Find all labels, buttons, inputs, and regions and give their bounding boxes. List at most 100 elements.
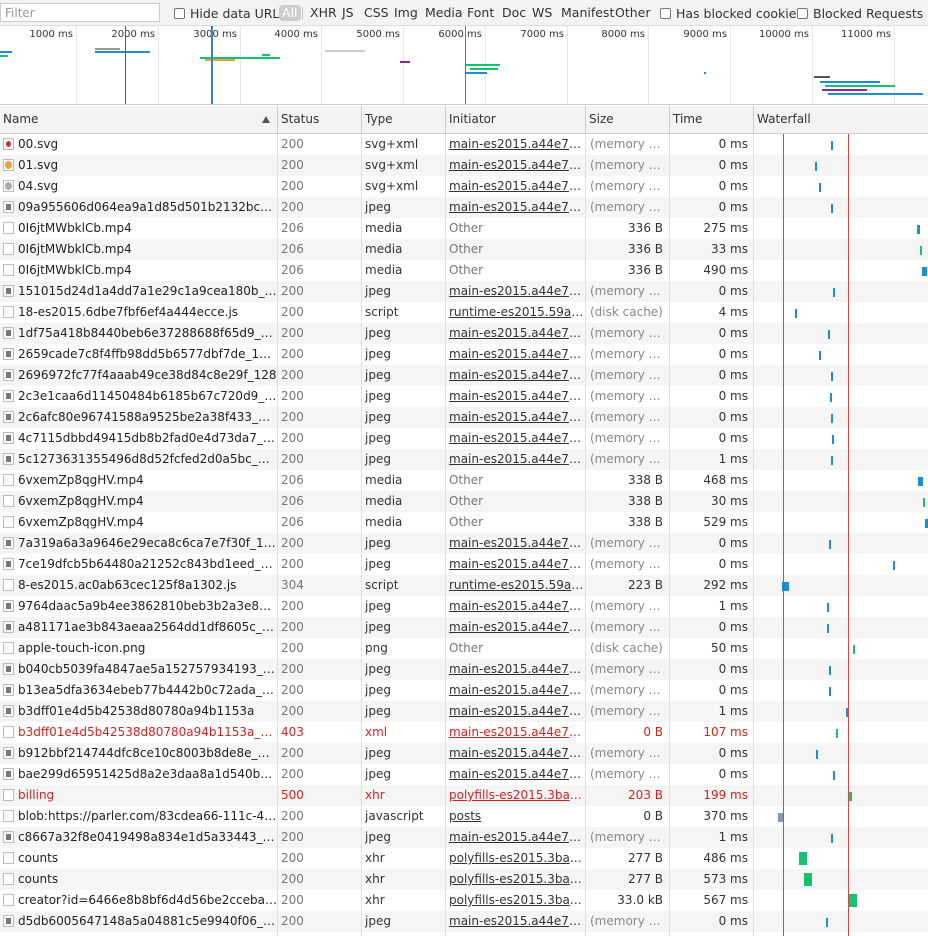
request-initiator[interactable]: polyfills-es2015.3bade... <box>446 848 585 869</box>
table-row[interactable]: b912bbf214744dfc8ce10c8003b8de8e_128 200 j… <box>0 743 928 764</box>
request-initiator[interactable]: main-es2015.a44e72b... <box>446 407 585 428</box>
table-row[interactable]: 2c6afc80e96741588a9525be2a38f433_128 200 j… <box>0 407 928 428</box>
request-initiator[interactable]: runtime-es2015.59a2d... <box>446 575 585 596</box>
table-row[interactable]: 8-es2015.ac0ab63cec125f8a1302.js 304 scrip… <box>0 575 928 596</box>
request-initiator[interactable]: main-es2015.a44e72b... <box>446 323 585 344</box>
type-filter-js[interactable]: JS <box>342 5 354 21</box>
table-row[interactable]: creator?id=6466e8b8bf6d4d56be2cceba3ef2d… <box>0 890 928 911</box>
request-initiator[interactable]: main-es2015.a44e72b... <box>446 764 585 785</box>
waterfall-bar <box>831 372 833 381</box>
column-header-waterfall[interactable]: Waterfall <box>754 106 928 133</box>
table-row[interactable]: counts 200 xhr polyfills-es2015.3bade... 277… <box>0 848 928 869</box>
table-row[interactable]: d5db6005647148a5a04881c5e9940f06_128 200 j… <box>0 911 928 932</box>
table-row[interactable]: 6vxemZp8qgHV.mp4 206 media Other 338 B 529 ms <box>0 512 928 533</box>
table-row[interactable]: b3dff01e4d5b42538d80780a94b1153a_128 403 x… <box>0 722 928 743</box>
table-row[interactable]: 151015d24d1a4dd7a1e29c1a9cea180b_128 200 j… <box>0 281 928 302</box>
table-row[interactable]: 7a319a6a3a9646e29eca8c6ca7e7f30f_128 200 j… <box>0 533 928 554</box>
column-header-status[interactable]: Status <box>278 106 361 133</box>
request-list[interactable]: 00.svg 200 svg+xml main-es2015.a44e72b... (m… <box>0 134 928 936</box>
type-filter-xhr[interactable]: XHR <box>310 5 337 21</box>
type-filter-media[interactable]: Media <box>425 5 463 21</box>
table-row[interactable]: 6vxemZp8qgHV.mp4 206 media Other 338 B 30 ms <box>0 491 928 512</box>
request-status: 500 <box>281 788 304 802</box>
request-initiator[interactable]: posts <box>446 806 585 827</box>
type-filter-all[interactable]: All <box>279 5 301 21</box>
table-row[interactable]: bae299d65951425d8a2e3daa8a1d540b_128 200 j… <box>0 764 928 785</box>
request-initiator[interactable]: polyfills-es2015.3bade... <box>446 869 585 890</box>
table-row[interactable]: b040cb5039fa4847ae5a152757934193_128 200 j… <box>0 659 928 680</box>
table-row[interactable]: 18-es2015.6dbe7fbf6ef4a444ecce.js 200 scri… <box>0 302 928 323</box>
column-header-time[interactable]: Time <box>670 106 753 133</box>
table-row[interactable]: billing 500 xhr polyfills-es2015.3bade... 20… <box>0 785 928 806</box>
table-row[interactable]: 00.svg 200 svg+xml main-es2015.a44e72b... (m… <box>0 134 928 155</box>
type-filter-manifest[interactable]: Manifest <box>561 5 614 21</box>
request-initiator[interactable]: main-es2015.a44e72b... <box>446 722 585 743</box>
table-row[interactable]: 6vxemZp8qgHV.mp4 206 media Other 338 B 468 ms <box>0 470 928 491</box>
request-initiator[interactable]: main-es2015.a44e72b... <box>446 176 585 197</box>
request-initiator[interactable]: main-es2015.a44e72b... <box>446 386 585 407</box>
request-initiator[interactable]: main-es2015.a44e72b... <box>446 911 585 932</box>
type-filter-ws[interactable]: WS <box>532 5 552 21</box>
table-row[interactable]: c8667a32f8e0419498a834e1d5a33443_128 200 j… <box>0 827 928 848</box>
table-row[interactable]: 2696972fc77f4aaab49ce38d84c8e29f_128 200 j… <box>0 365 928 386</box>
table-row[interactable]: 04.svg 200 svg+xml main-es2015.a44e72b... (m… <box>0 176 928 197</box>
has-blocked-cookies-checkbox[interactable]: Has blocked cookies <box>660 5 803 21</box>
type-filter-other[interactable]: Other <box>615 5 651 21</box>
request-initiator[interactable]: main-es2015.a44e72b... <box>446 428 585 449</box>
checkbox-box[interactable] <box>797 7 808 19</box>
column-header-type[interactable]: Type <box>362 106 445 133</box>
table-row[interactable]: counts 200 xhr polyfills-es2015.3bade... 277… <box>0 869 928 890</box>
request-initiator[interactable]: main-es2015.a44e72b... <box>446 155 585 176</box>
request-initiator[interactable]: main-es2015.a44e72b... <box>446 344 585 365</box>
request-initiator[interactable]: runtime-es2015.59a2d... <box>446 302 585 323</box>
request-initiator[interactable]: main-es2015.a44e72b... <box>446 533 585 554</box>
column-header-name[interactable]: Name <box>0 106 277 133</box>
request-initiator[interactable]: main-es2015.a44e72b... <box>446 197 585 218</box>
type-filter-img[interactable]: Img <box>394 5 418 21</box>
table-row[interactable]: 2659cade7c8f4ffb98dd5b6577dbf7de_1200 200… <box>0 344 928 365</box>
table-row[interactable]: 9764daac5a9b4ee3862810beb3b2a3e8_128 200 j… <box>0 596 928 617</box>
table-row[interactable]: 2c3e1caa6d11450484b6185b67c720d9_128 200 j… <box>0 386 928 407</box>
request-initiator[interactable]: main-es2015.a44e72b... <box>446 365 585 386</box>
request-initiator[interactable]: main-es2015.a44e72b... <box>446 617 585 638</box>
request-initiator[interactable]: main-es2015.a44e72b... <box>446 554 585 575</box>
table-row[interactable]: a481171ae3b843aeaa2564dd1df8605c_128 200 j… <box>0 617 928 638</box>
table-row[interactable]: b3dff01e4d5b42538d80780a94b1153a 200 jpeg m… <box>0 701 928 722</box>
table-row[interactable]: 7ce19dfcb5b64480a21252c843bd1eed_128 200 j… <box>0 554 928 575</box>
request-initiator[interactable]: main-es2015.a44e72b... <box>446 827 585 848</box>
request-initiator[interactable]: main-es2015.a44e72b... <box>446 680 585 701</box>
request-initiator[interactable]: polyfills-es2015.3bade... <box>446 890 585 911</box>
request-initiator[interactable]: main-es2015.a44e72b... <box>446 743 585 764</box>
request-initiator[interactable]: main-es2015.a44e72b... <box>446 281 585 302</box>
blocked-requests-checkbox[interactable]: Blocked Requests <box>797 5 923 21</box>
table-row[interactable]: 0I6jtMWbklCb.mp4 206 media Other 336 B 33 ms <box>0 239 928 260</box>
type-filter-doc[interactable]: Doc <box>502 5 526 21</box>
table-row[interactable]: apple-touch-icon.png 200 png Other (disk cac… <box>0 638 928 659</box>
table-row[interactable]: 0I6jtMWbklCb.mp4 206 media Other 336 B 490 ms <box>0 260 928 281</box>
request-initiator[interactable]: main-es2015.a44e72b... <box>446 596 585 617</box>
table-row[interactable]: 01.svg 200 svg+xml main-es2015.a44e72b... (m… <box>0 155 928 176</box>
request-initiator[interactable]: polyfills-es2015.3bade... <box>446 785 585 806</box>
type-filter-font[interactable]: Font <box>467 5 494 21</box>
type-filter-css[interactable]: CSS <box>364 5 389 21</box>
table-row[interactable]: b13ea5dfa3634ebeb77b4442b0c72ada_128 200 j… <box>0 680 928 701</box>
table-row[interactable]: 1df75a418b8440beb6e37288688f65d9_128 200 j… <box>0 323 928 344</box>
column-header-initiator[interactable]: Initiator <box>446 106 585 133</box>
hide-data-urls-checkbox[interactable]: Hide data URLs <box>174 5 286 21</box>
table-row[interactable]: 5c1273631355496d8d52fcfed2d0a5bc_128 200 j… <box>0 449 928 470</box>
request-initiator[interactable]: main-es2015.a44e72b... <box>446 701 585 722</box>
timeline-overview[interactable]: 1000 ms 2000 ms 3000 ms 4000 ms 5000 ms … <box>0 26 928 105</box>
table-row[interactable]: 0I6jtMWbklCb.mp4 206 media Other 336 B 275 ms <box>0 218 928 239</box>
column-header-size[interactable]: Size <box>586 106 669 133</box>
checkbox-box[interactable] <box>660 7 671 19</box>
request-initiator[interactable]: main-es2015.a44e72b... <box>446 449 585 470</box>
request-initiator[interactable]: main-es2015.a44e72b... <box>446 134 585 155</box>
tick-label: 9000 ms <box>683 29 727 40</box>
table-row[interactable]: 4c7115dbbd49415db8b2fad0e4d73da7_128 200 j… <box>0 428 928 449</box>
table-row[interactable]: 09a955606d064ea9a1d85d501b2132bc_128 200 j… <box>0 197 928 218</box>
filter-input[interactable] <box>0 3 160 22</box>
request-status: 206 <box>281 263 304 277</box>
checkbox-box[interactable] <box>174 7 185 19</box>
table-row[interactable]: blob:https://parler.com/83cdea66-111c-49… <box>0 806 928 827</box>
request-initiator[interactable]: main-es2015.a44e72b... <box>446 659 585 680</box>
